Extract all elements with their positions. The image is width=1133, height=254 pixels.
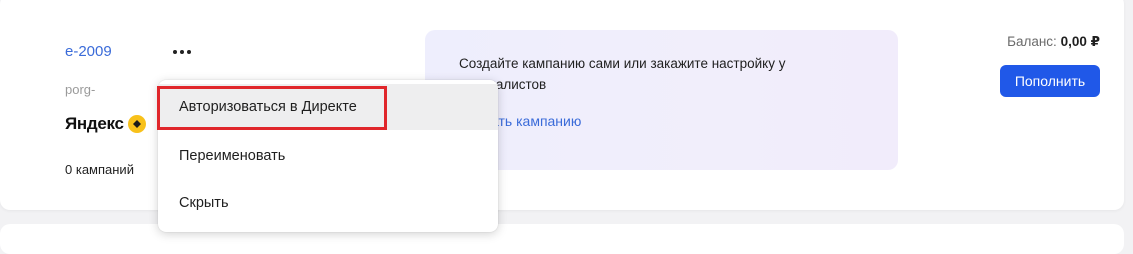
- topup-button[interactable]: Пополнить: [1000, 65, 1100, 97]
- promo-text: Создайте кампанию сами или закажите наст…: [459, 56, 786, 92]
- more-dot-icon: [187, 50, 191, 54]
- account-login: porg-: [65, 82, 96, 97]
- more-dot-icon: [180, 50, 184, 54]
- balance-label: Баланс:: [1007, 34, 1057, 49]
- yandex-logo-text: Яндекс: [65, 114, 124, 133]
- yandex-direct-icon: [127, 115, 146, 133]
- more-dot-icon: [173, 50, 177, 54]
- menu-item-authorize[interactable]: Авторизоваться в Директе: [158, 84, 498, 130]
- more-options-button[interactable]: [170, 42, 194, 62]
- yandex-logo: Яндекс: [65, 114, 146, 134]
- account-context-menu: Авторизоваться в Директе Переименовать С…: [158, 80, 498, 232]
- account-name-link[interactable]: e-2009: [65, 43, 112, 60]
- menu-item-rename[interactable]: Переименовать: [158, 133, 498, 179]
- menu-item-hide[interactable]: Скрыть: [158, 180, 498, 226]
- balance: Баланс: 0,00 ₽: [1007, 34, 1100, 50]
- balance-value: 0,00 ₽: [1060, 34, 1100, 49]
- campaign-count: 0 кампаний: [65, 162, 134, 177]
